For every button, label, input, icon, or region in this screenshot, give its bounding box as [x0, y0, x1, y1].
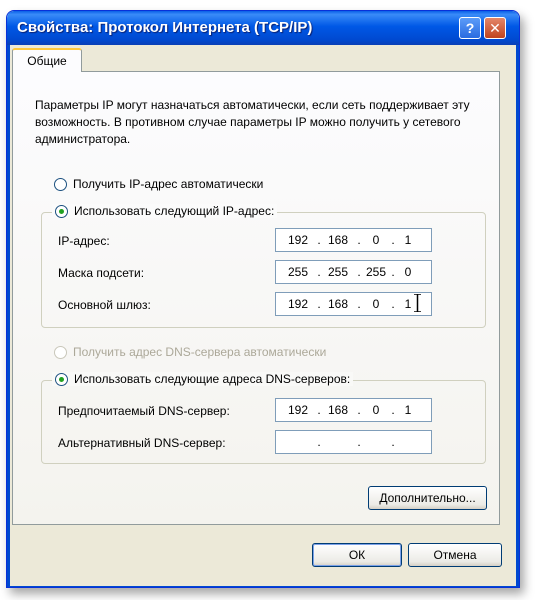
radio-dns-auto-circle[interactable]: [54, 345, 67, 359]
subnet-mask-field[interactable]: 255 . 255 . 255 . 0: [275, 260, 432, 284]
pdns-dot-1: .: [317, 403, 321, 417]
gateway-octet-2: 168: [327, 297, 349, 311]
mask-octet-1: 255: [287, 265, 309, 279]
adns-dot-1: .: [317, 435, 321, 449]
radio-dns-auto[interactable]: Получить адрес DNS-сервера автоматически: [54, 345, 326, 359]
gateway-dot-1: .: [317, 297, 321, 311]
window-title: Свойства: Протокол Интернета (TCP/IP): [17, 19, 313, 36]
ip-octet-3: 0: [372, 233, 380, 247]
description-text: Параметры IP могут назначаться автоматич…: [35, 98, 470, 146]
mask-dot-1: .: [317, 265, 321, 279]
preferred-dns-label: Предпочитаемый DNS-сервер:: [58, 404, 230, 418]
radio-ip-manual-label: Использовать следующий IP-адрес:: [74, 204, 275, 218]
pdns-octet-1: 192: [287, 403, 309, 417]
close-button[interactable]: ✕: [484, 17, 506, 39]
radio-dns-manual-circle[interactable]: [55, 372, 68, 386]
advanced-button[interactable]: Дополнительно...: [368, 486, 487, 510]
pdns-octet-3: 0: [372, 403, 380, 417]
mask-octet-4: 0: [404, 265, 412, 279]
gateway-field[interactable]: 192 . 168 . 0 . 1: [275, 292, 432, 316]
close-icon: ✕: [489, 19, 501, 36]
gateway-octet-1: 192: [287, 297, 309, 311]
gateway-octet-3: 0: [372, 297, 380, 311]
help-icon: ?: [465, 20, 475, 36]
mask-octet-3: 255: [365, 265, 387, 279]
ip-octet-1: 192: [287, 233, 309, 247]
radio-ip-manual-circle[interactable]: [55, 204, 68, 218]
tab-general[interactable]: Общие: [12, 48, 82, 72]
mask-octet-2: 255: [327, 265, 349, 279]
adns-dot-3: .: [391, 435, 395, 449]
ip-address-field[interactable]: 192 . 168 . 0 . 1: [275, 228, 432, 252]
ip-octet-4: 1: [404, 233, 412, 247]
ok-button-label: ОК: [348, 548, 366, 562]
subnet-mask-label: Маска подсети:: [58, 266, 145, 280]
adns-dot-2: .: [357, 435, 361, 449]
alternate-dns-label: Альтернативный DNS-сервер:: [58, 436, 226, 450]
preferred-dns-field[interactable]: 192 . 168 . 0 . 1: [275, 398, 432, 422]
radio-ip-auto[interactable]: Получить IP-адрес автоматически: [54, 177, 263, 191]
ip-address-label: IP-адрес:: [58, 234, 110, 248]
radio-ip-manual[interactable]: Использовать следующий IP-адрес:: [52, 204, 278, 218]
help-button[interactable]: ?: [459, 17, 481, 39]
radio-dns-auto-label: Получить адрес DNS-сервера автоматически: [73, 345, 327, 359]
advanced-button-label: Дополнительно...: [379, 491, 476, 505]
cancel-button-label: Отмена: [433, 548, 477, 562]
alternate-dns-field[interactable]: . . .: [275, 430, 432, 454]
radio-dns-manual-label: Использовать следующие адреса DNS-сервер…: [74, 372, 351, 386]
radio-ip-auto-circle[interactable]: [54, 177, 67, 191]
gateway-label: Основной шлюз:: [58, 298, 151, 312]
text-cursor-icon: [414, 294, 421, 312]
title-bar[interactable]: Свойства: Протокол Интернета (TCP/IP) ? …: [7, 11, 519, 45]
radio-ip-auto-label: Получить IP-адрес автоматически: [73, 177, 264, 191]
ip-dot-1: .: [317, 233, 321, 247]
tab-general-label: Общие: [27, 54, 67, 68]
pdns-octet-2: 168: [327, 403, 349, 417]
ok-button[interactable]: ОК: [312, 543, 402, 567]
ip-octet-2: 168: [327, 233, 349, 247]
pdns-octet-4: 1: [404, 403, 412, 417]
cancel-button[interactable]: Отмена: [408, 543, 502, 567]
radio-dns-manual[interactable]: Использовать следующие адреса DNS-сервер…: [52, 372, 354, 386]
